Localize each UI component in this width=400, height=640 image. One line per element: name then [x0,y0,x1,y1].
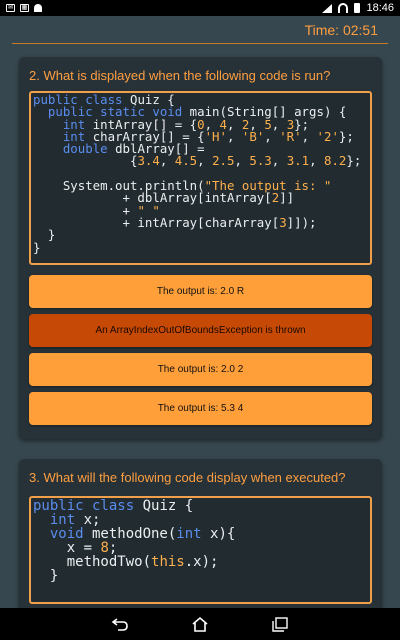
divider [12,43,388,44]
recents-button[interactable] [266,614,294,634]
code-listing: public class Quiz { int x; void methodOn… [33,498,236,584]
answer-option[interactable]: The output is: 2.0 R [29,275,372,308]
question-card: 3. What will the following code display … [19,459,382,608]
code-listing: public class Quiz { public static void m… [33,92,362,255]
question-title: 2. What is displayed when the following … [29,68,331,83]
answer-option-selected[interactable]: An ArrayIndexOutOfBoundsException is thr… [29,314,372,347]
timer-bar: Time: 02:51 [0,16,400,44]
question-card: 2. What is displayed when the following … [19,57,382,439]
back-button[interactable] [106,614,134,634]
android-icon [34,4,42,12]
navigation-bar [0,608,400,640]
system-icons: 18:46 [322,2,394,14]
answer-option[interactable]: The output is: 5.3 4 [29,392,372,425]
home-icon [192,616,208,632]
gallery-icon: ▦ [20,4,29,12]
code-block: public class Quiz { public static void m… [29,91,372,265]
signal-icon [322,3,333,13]
status-bar: ✉ ▦ 18:46 [0,0,400,16]
recents-icon [272,617,288,632]
home-button[interactable] [186,614,214,634]
notification-icons: ✉ ▦ [6,4,42,12]
quiz-timer: Time: 02:51 [304,22,378,38]
question-title: 3. What will the following code display … [29,470,346,485]
question-list[interactable]: 2. What is displayed when the following … [0,45,400,608]
status-time: 18:46 [366,2,394,14]
mail-icon: ✉ [6,4,15,12]
battery-icon [354,3,361,13]
answer-option[interactable]: The output is: 2.0 2 [29,353,372,386]
wifi-icon [338,3,349,13]
back-icon [111,618,128,631]
code-block: public class Quiz { int x; void methodOn… [29,496,372,604]
